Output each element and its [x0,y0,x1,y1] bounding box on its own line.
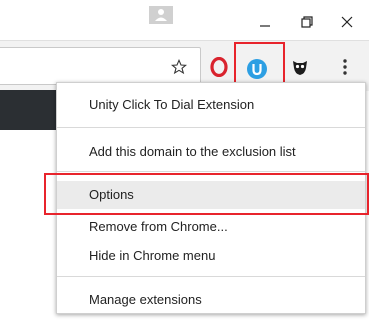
star-icon[interactable] [168,56,190,78]
close-icon [341,16,353,28]
three-dots-icon[interactable] [333,55,357,79]
options-highlight [44,173,369,215]
menu-separator [57,127,365,128]
close-button[interactable] [333,10,361,34]
owl-icon[interactable] [288,55,312,79]
menu-item-exclude-domain[interactable]: Add this domain to the exclusion list [57,138,365,166]
opera-icon[interactable] [207,55,231,79]
menu-separator [57,171,365,172]
page-header-strip [0,90,60,130]
menu-item-manage-extensions[interactable]: Manage extensions [57,286,365,314]
minimize-button[interactable] [251,10,279,34]
person-icon[interactable] [149,6,173,24]
menu-item-remove-from-chrome[interactable]: Remove from Chrome... [57,213,365,241]
minimize-icon [260,25,270,27]
restore-icon [301,16,313,28]
menu-item-hide-in-menu[interactable]: Hide in Chrome menu [57,242,365,270]
restore-button[interactable] [293,10,321,34]
title-bar [0,0,369,40]
menu-item-extension-title[interactable]: Unity Click To Dial Extension [57,91,365,119]
menu-separator [57,276,365,277]
